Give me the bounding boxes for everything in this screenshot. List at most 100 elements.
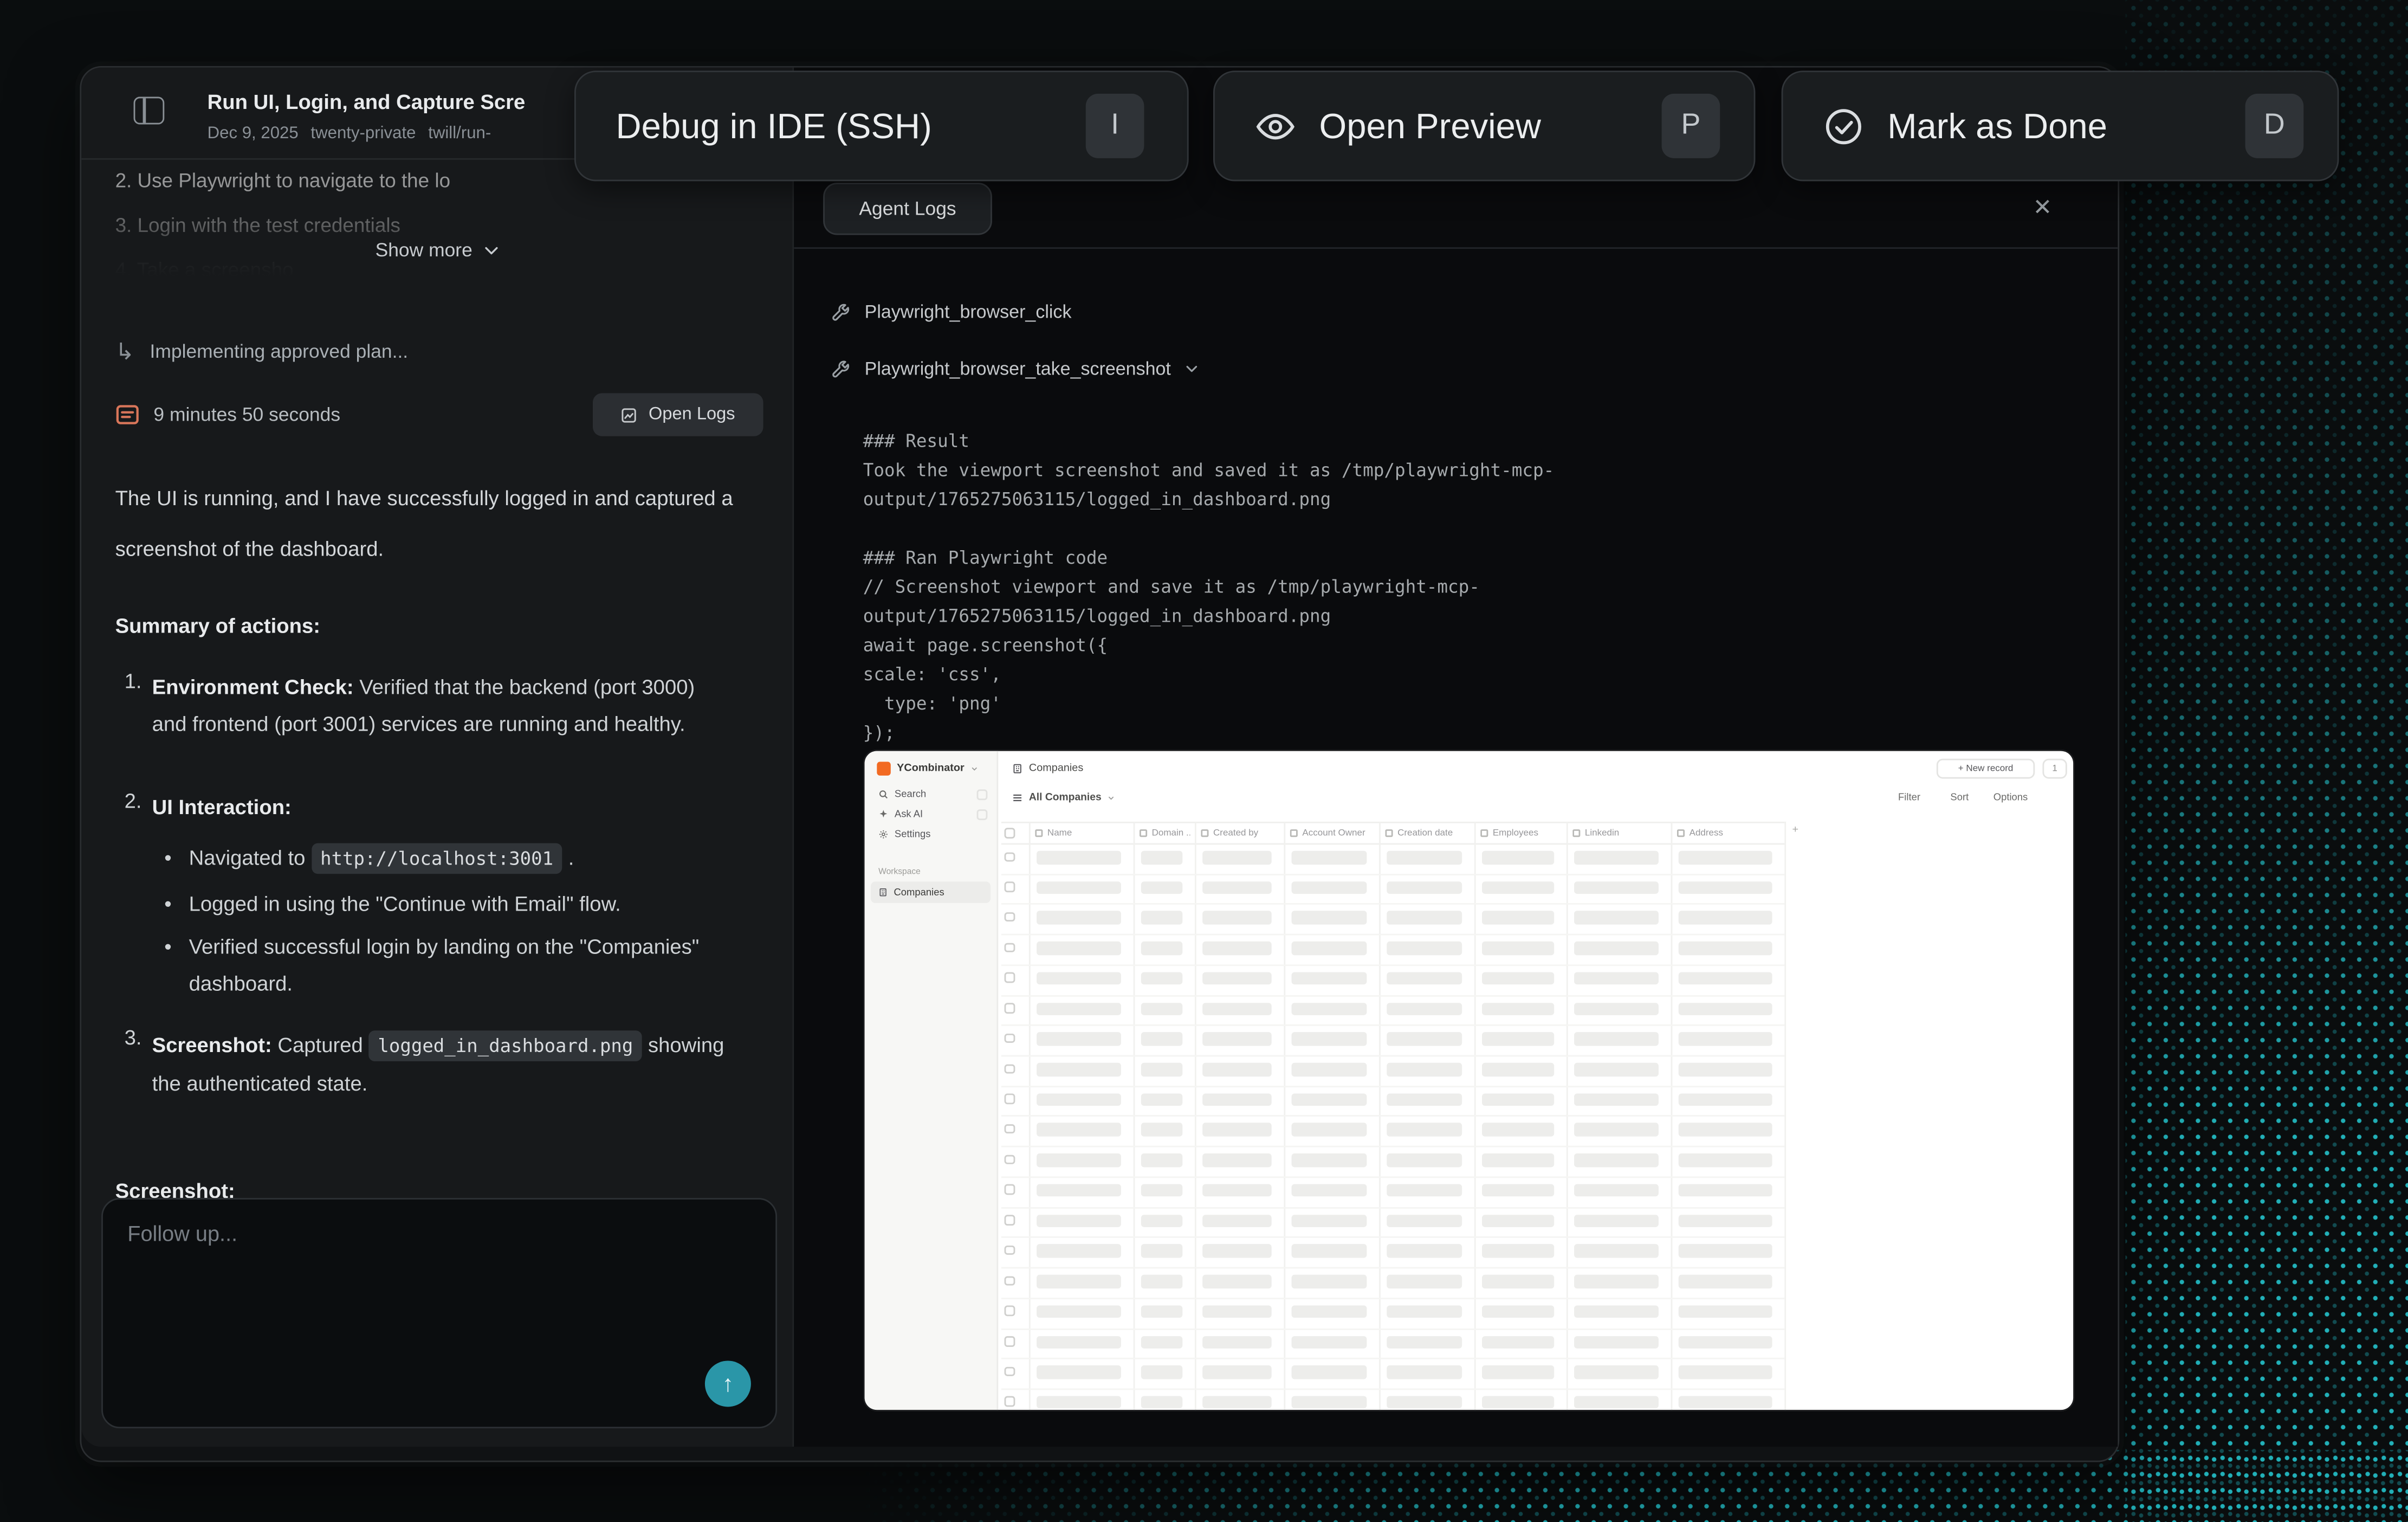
row-checkbox[interactable] — [1005, 973, 1014, 983]
skeleton-cell — [1679, 1093, 1772, 1106]
column-header[interactable]: Account Owner — [1290, 825, 1375, 842]
mark-done-button[interactable]: Mark as Done D — [1782, 70, 2339, 181]
sidebar-item-label: Settings — [895, 829, 931, 840]
row-checkbox[interactable] — [1005, 852, 1014, 861]
sidebar-section-label: Workspace — [878, 868, 921, 877]
pagination-chip[interactable]: 1 — [2042, 759, 2067, 779]
close-glyph: ✕ — [2033, 194, 2053, 221]
skeleton-cell — [1574, 1063, 1659, 1076]
skeleton-cell — [1202, 941, 1272, 955]
sidebar-item-search[interactable]: Search — [878, 789, 926, 800]
filter-button[interactable]: Filter — [1898, 792, 1920, 803]
column-header-label: Employees — [1493, 829, 1538, 838]
skeleton-cell — [1679, 1063, 1772, 1076]
close-icon[interactable]: ✕ — [2023, 188, 2063, 228]
skeleton-cell — [1387, 972, 1462, 985]
view-selector[interactable]: All Companies — [1012, 792, 1116, 803]
new-record-button[interactable]: + New record — [1937, 759, 2035, 779]
row-checkbox[interactable] — [1005, 1336, 1014, 1346]
options-button[interactable]: Options — [1993, 792, 2028, 803]
row-checkbox[interactable] — [1005, 1215, 1014, 1225]
skeleton-cell — [1387, 1184, 1462, 1197]
row-checkbox[interactable] — [1005, 1397, 1014, 1407]
open-preview-button[interactable]: Open Preview P — [1213, 70, 1755, 181]
skeleton-cell — [1037, 1336, 1121, 1349]
sort-button[interactable]: Sort — [1950, 792, 1969, 803]
agent-logs-tab[interactable]: Agent Logs — [823, 183, 992, 235]
open-logs-button[interactable]: Open Logs — [593, 393, 763, 436]
column-header[interactable]: Created by — [1201, 825, 1279, 842]
column-header[interactable]: Domain .. — [1140, 825, 1190, 842]
skeleton-cell — [1202, 912, 1272, 925]
dot-pattern-right — [2126, 0, 2408, 1522]
column-header[interactable]: Creation date — [1385, 825, 1470, 842]
debug-ide-button[interactable]: Debug in IDE (SSH) I — [574, 70, 1189, 181]
row-checkbox[interactable] — [1005, 1003, 1014, 1013]
sidebar-toggle-icon[interactable] — [134, 97, 165, 125]
table-row-divider — [1001, 1358, 1784, 1359]
skeleton-cell — [1387, 1093, 1462, 1106]
skeleton-cell — [1574, 1002, 1659, 1015]
send-button[interactable]: ↑ — [705, 1360, 751, 1407]
workspace-selector[interactable]: YCombinator — [877, 762, 978, 776]
followup-input[interactable] — [125, 1218, 723, 1387]
row-checkbox[interactable] — [1005, 1185, 1014, 1195]
skeleton-cell — [1141, 1033, 1183, 1046]
skeleton-cell — [1292, 1002, 1367, 1015]
app-window: Run UI, Login, and Capture Scre Dec 9, 2… — [80, 66, 2119, 1462]
row-checkbox[interactable] — [1005, 1033, 1014, 1043]
chevron-down-icon — [970, 765, 978, 772]
select-all-checkbox[interactable] — [1005, 828, 1014, 837]
skeleton-cell — [1037, 1063, 1121, 1076]
column-header[interactable]: Address — [1677, 825, 1780, 842]
row-checkbox[interactable] — [1005, 1366, 1014, 1376]
row-checkbox[interactable] — [1005, 943, 1014, 952]
row-checkbox[interactable] — [1005, 1275, 1014, 1285]
skeleton-cell — [1387, 1336, 1462, 1349]
sidebar-item-companies[interactable]: Companies — [871, 881, 991, 903]
agent-logs-tab-label: Agent Logs — [859, 198, 956, 220]
skeleton-cell — [1292, 1093, 1367, 1106]
skeleton-cell — [1202, 1244, 1272, 1257]
row-checkbox[interactable] — [1005, 1306, 1014, 1315]
column-header[interactable]: Employees — [1480, 825, 1562, 842]
row-checkbox[interactable] — [1005, 1063, 1014, 1073]
column-header[interactable]: Name — [1035, 825, 1129, 842]
skeleton-cell — [1292, 1305, 1367, 1318]
table-row-divider — [1001, 1237, 1784, 1239]
add-column-button[interactable]: + — [1792, 825, 1798, 836]
skeleton-cell — [1679, 1275, 1772, 1288]
skeleton-cell — [1141, 912, 1183, 925]
skeleton-cell — [1574, 1033, 1659, 1046]
skeleton-cell — [1387, 851, 1462, 864]
skeleton-cell — [1482, 1396, 1554, 1409]
chevron-down-icon — [482, 241, 500, 260]
skeleton-cell — [1292, 972, 1367, 985]
skeleton-cell — [1141, 1396, 1183, 1409]
row-checkbox[interactable] — [1005, 1246, 1014, 1255]
step-3-lead: Screenshot: — [152, 1034, 272, 1057]
skeleton-cell — [1292, 912, 1367, 925]
followup-composer: ↑ — [101, 1198, 777, 1428]
sidebar-item-settings[interactable]: Settings — [878, 829, 930, 840]
skeleton-cell — [1202, 1275, 1272, 1288]
log-entry-click[interactable]: Playwright_browser_click — [831, 301, 1071, 323]
row-checkbox[interactable] — [1005, 1124, 1014, 1134]
skeleton-cell — [1482, 1366, 1554, 1379]
log-entry-screenshot[interactable]: Playwright_browser_take_screenshot — [831, 358, 1200, 379]
table-row-divider — [1001, 1298, 1784, 1299]
table-row-divider — [1001, 1025, 1784, 1027]
skeleton-cell — [1292, 1396, 1367, 1409]
row-checkbox[interactable] — [1005, 882, 1014, 892]
sidebar-item-ask-ai[interactable]: Ask AI — [878, 809, 923, 820]
skeleton-cell — [1292, 941, 1367, 955]
row-checkbox[interactable] — [1005, 1155, 1014, 1164]
column-header[interactable]: Linkedin — [1572, 825, 1666, 842]
skeleton-cell — [1679, 941, 1772, 955]
building-icon — [1012, 763, 1023, 774]
row-checkbox[interactable] — [1005, 912, 1014, 922]
show-more-button[interactable]: Show more — [81, 240, 794, 261]
column-type-icon — [1677, 829, 1685, 837]
step-2-lead: UI Interaction: — [152, 796, 292, 819]
row-checkbox[interactable] — [1005, 1094, 1014, 1104]
